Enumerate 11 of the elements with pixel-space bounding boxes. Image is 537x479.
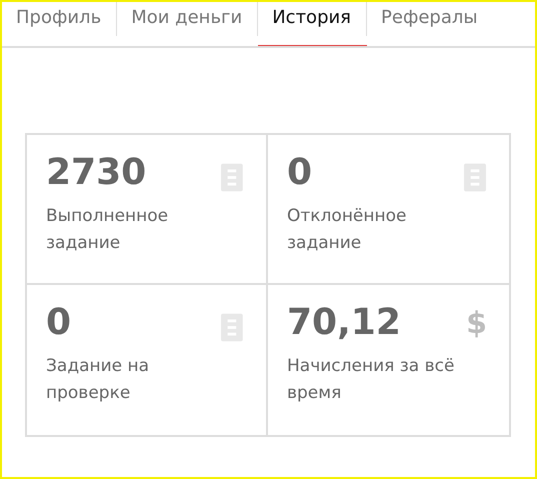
stat-value: 2730 <box>46 153 148 193</box>
stat-label: Начисления за всё время <box>287 354 456 405</box>
tab[interactable]: Рефералы <box>367 2 478 46</box>
stat-label: Задание на проверке <box>46 354 150 405</box>
stat-label: Выполненное задание <box>46 204 170 255</box>
stat-value: 0 <box>46 303 72 343</box>
stat-value: 0 <box>287 153 314 193</box>
stat-value: 70,12 <box>287 303 402 343</box>
tab[interactable]: История <box>258 2 368 46</box>
stat-label: Отклонённое задание <box>287 204 408 255</box>
dollar-icon: $ <box>466 309 487 435</box>
